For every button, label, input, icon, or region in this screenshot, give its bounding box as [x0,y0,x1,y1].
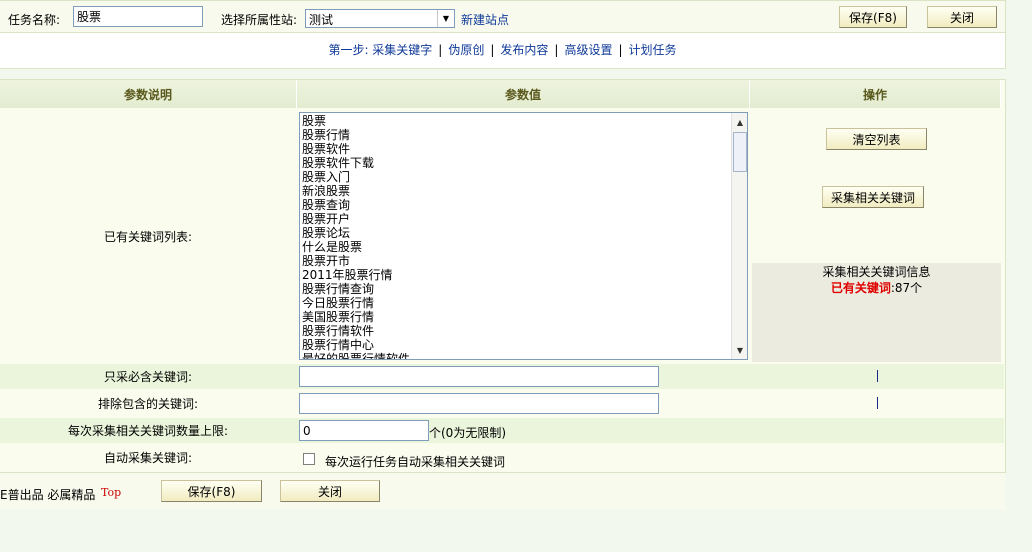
scroll-up-icon[interactable]: ▲ [732,114,747,130]
settings-panel: 参数说明 参数值 操作 已有关键词列表: 股票 股票行情 股票软件 股票软件下载 股票入… [0,79,1006,510]
clear-list-button[interactable]: 清空列表 [826,128,927,150]
keyword-item[interactable]: 股票 [302,114,747,128]
brand-text: E普出品 必属精品 [0,488,96,502]
keyword-item[interactable]: 什么是股票 [302,240,747,254]
listbox-scrollbar[interactable]: ▲ ▼ [731,113,747,359]
auto-collect-checkbox-label: 每次运行任务自动采集相关关键词 [325,455,506,469]
keyword-item[interactable]: 股票查询 [302,198,747,212]
keyword-item[interactable]: 股票行情中心 [302,338,747,352]
close-button-top[interactable]: 关闭 [927,6,997,28]
info-title: 采集相关关键词信息 [822,265,931,279]
step-collect-keywords[interactable]: 第一步: 采集关键字 [328,43,432,57]
keyword-listbox[interactable]: 股票 股票行情 股票软件 股票软件下载 股票入门 新浪股票 股票查询 股票开户 股票论坛 什么是股… [299,112,748,360]
exclude-label: 排除包含的关键词: [97,397,199,411]
top-toolbar: 任务名称: 选择所属性站: 测试 ▼ 新建站点 保存(F8) 关闭 [0,0,1006,33]
must-contain-row: 只采必含关键词: [0,364,1004,389]
keyword-item[interactable]: 最好的股票行情软件 [302,352,747,359]
limit-input[interactable] [299,420,429,441]
limit-row: 每次采集相关关键词数量上限: 个(0为无限制) [0,418,1004,443]
scroll-thumb[interactable] [733,132,747,172]
col-header-action: 操作 [750,80,1001,108]
site-select-value: 测试 [309,13,334,27]
must-contain-input[interactable] [299,366,659,387]
keyword-list: 股票 股票行情 股票软件 股票软件下载 股票入门 新浪股票 股票查询 股票开户 股票论坛 什么是股… [300,113,747,359]
scroll-down-icon[interactable]: ▼ [732,342,747,358]
keyword-item[interactable]: 股票行情查询 [302,282,747,296]
steps-nav: 第一步: 采集关键字 | 伪原创 | 发布内容 | 高级设置 | 计划任务 [0,33,1006,69]
new-site-link[interactable]: 新建站点 [461,11,509,28]
info-count-value: :87个 [890,281,923,295]
cursor-mark [877,397,878,409]
task-name-input[interactable] [73,6,203,27]
keyword-item[interactable]: 今日股票行情 [302,296,747,310]
keyword-item[interactable]: 新浪股票 [302,184,747,198]
collect-related-button[interactable]: 采集相关关键词 [822,186,924,208]
task-name-label: 任务名称: [8,13,61,27]
limit-label: 每次采集相关关键词数量上限: [67,424,229,438]
step-schedule[interactable]: 计划任务 [629,43,677,57]
keyword-item[interactable]: 股票开市 [302,254,747,268]
exclude-row: 排除包含的关键词: [0,391,1004,416]
step-publish[interactable]: 发布内容 [500,43,548,57]
auto-collect-checkbox[interactable] [303,453,315,465]
limit-hint: 个(0为无限制) [429,426,506,440]
save-button-bottom[interactable]: 保存(F8) [161,480,262,502]
info-count-label: 已有关键词 [830,281,891,295]
step-advanced[interactable]: 高级设置 [564,43,612,57]
keyword-item[interactable]: 股票行情软件 [302,324,747,338]
col-header-desc: 参数说明 [0,80,297,108]
site-select[interactable]: 测试 ▼ [305,9,455,28]
col-header-value: 参数值 [297,80,750,108]
keyword-item[interactable]: 股票行情 [302,128,747,142]
keyword-list-label: 已有关键词列表: [103,229,193,244]
footer-bar: E普出品 必属精品 Top 保存(F8) 关闭 [0,472,1006,510]
keyword-item[interactable]: 股票软件下载 [302,156,747,170]
chevron-down-icon[interactable]: ▼ [437,10,454,27]
keyword-item[interactable]: 美国股票行情 [302,310,747,324]
keyword-item[interactable]: 2011年股票行情 [302,268,747,282]
keyword-item[interactable]: 股票开户 [302,212,747,226]
must-contain-label: 只采必含关键词: [103,370,193,384]
save-button-top[interactable]: 保存(F8) [839,6,907,28]
site-label: 选择所属性站: [221,13,298,27]
top-link[interactable]: Top [101,486,121,499]
auto-collect-row: 自动采集关键词: 每次运行任务自动采集相关关键词 [0,446,1004,471]
keyword-info-box: 采集相关关键词信息 已有关键词:87个 [752,263,1001,362]
keyword-item[interactable]: 股票软件 [302,142,747,156]
close-button-bottom[interactable]: 关闭 [280,480,380,502]
step-pseudo-original[interactable]: 伪原创 [448,43,484,57]
cursor-mark [877,370,878,382]
auto-collect-label: 自动采集关键词: [103,450,193,465]
exclude-input[interactable] [299,393,659,414]
keyword-item[interactable]: 股票论坛 [302,226,747,240]
keyword-item[interactable]: 股票入门 [302,170,747,184]
